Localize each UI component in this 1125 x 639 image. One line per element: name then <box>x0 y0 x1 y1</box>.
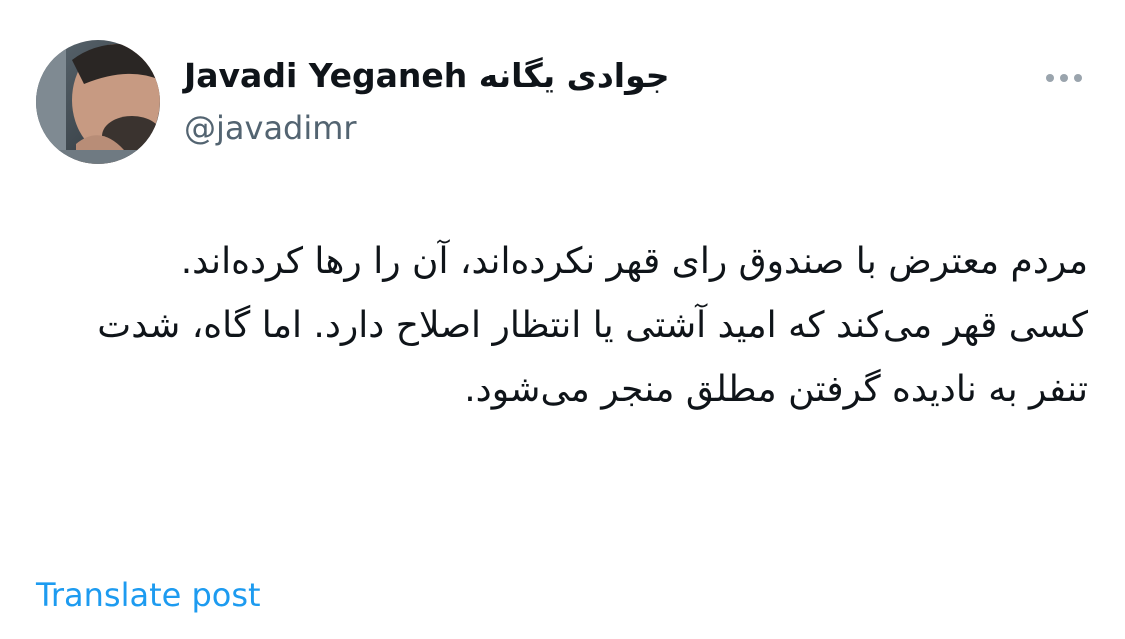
tweet-text: مردم معترض با صندوق رای قهر نکرده‌اند، آ… <box>97 241 1088 410</box>
author-avatar[interactable] <box>36 40 160 164</box>
author-display-name[interactable]: Javadi Yeganeh جوادی یگانه <box>184 52 670 100</box>
more-options-button[interactable] <box>1034 60 1094 96</box>
author-handle[interactable]: @javadimr <box>184 106 357 150</box>
translate-post-link[interactable]: Translate post <box>36 572 261 618</box>
avatar-photo <box>36 40 160 164</box>
more-horizontal-icon <box>1046 74 1082 82</box>
